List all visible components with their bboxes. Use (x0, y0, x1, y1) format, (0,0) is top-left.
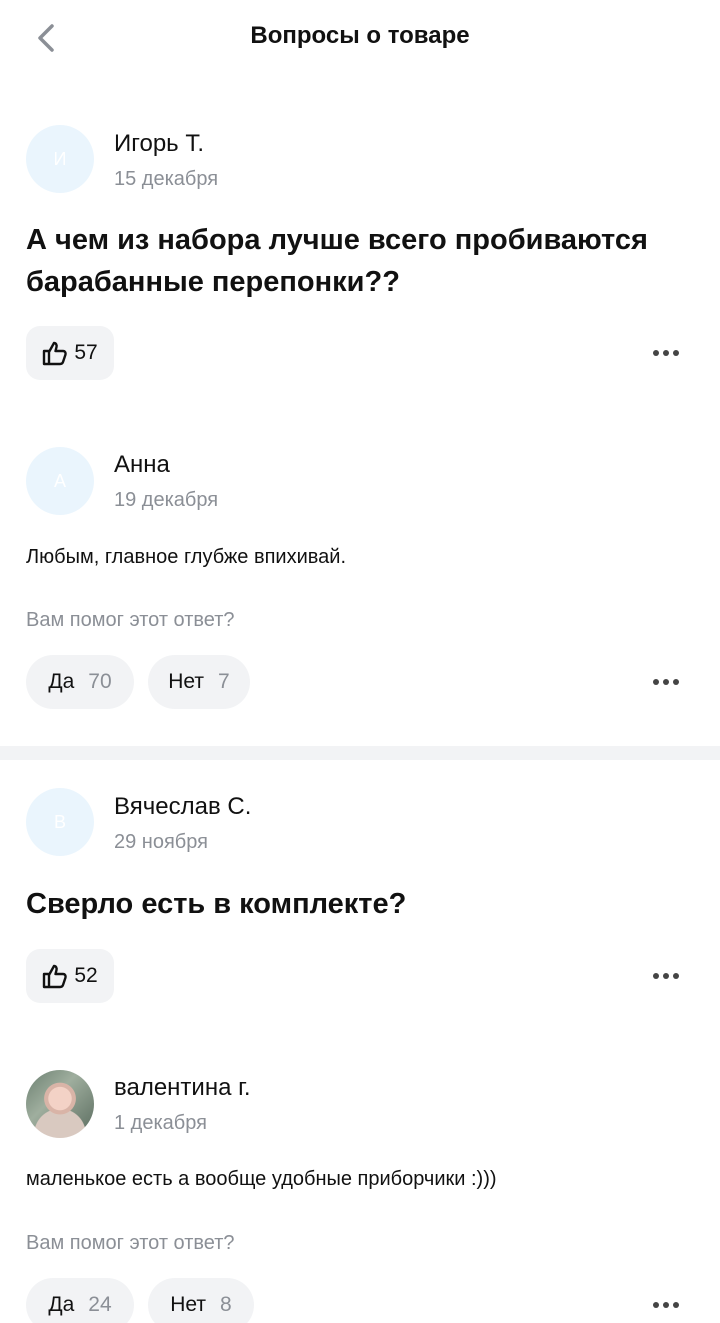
thumbs-up-icon (43, 964, 68, 989)
question-card: В Вячеслав С. 29 ноября Сверло есть в ко… (0, 0, 720, 1323)
yes-count: 24 (88, 1293, 112, 1316)
avatar-photo (26, 1070, 94, 1138)
like-button[interactable]: 52 (26, 949, 114, 1003)
answer-date: 1 декабря (114, 1112, 207, 1134)
avatar: В (26, 788, 94, 856)
question-text: Сверло есть в комплекте? (26, 888, 407, 920)
helpful-question: Вам помог этот ответ? (26, 1232, 235, 1254)
no-count: 8 (220, 1293, 232, 1316)
more-options-button[interactable] (640, 961, 692, 991)
yes-label: Да (48, 1293, 75, 1316)
no-label: Нет (170, 1293, 207, 1316)
post-date: 29 ноября (114, 831, 208, 853)
no-button[interactable]: Нет 8 (148, 1278, 254, 1323)
answer-text: маленькое есть а вообще удобные приборчи… (26, 1168, 497, 1190)
like-count: 52 (74, 964, 98, 987)
answer-author-name: валентина г. (114, 1074, 251, 1101)
yes-button[interactable]: Да 24 (26, 1278, 134, 1323)
author-name: Вячеслав С. (114, 793, 252, 820)
more-options-button[interactable] (640, 1290, 692, 1320)
